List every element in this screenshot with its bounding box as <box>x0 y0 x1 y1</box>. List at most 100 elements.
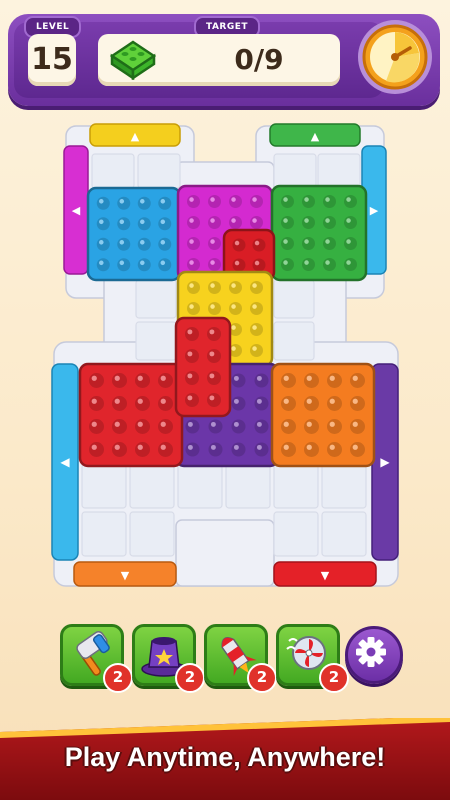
bubble-highlight <box>352 421 358 427</box>
red-block[interactable] <box>174 316 232 418</box>
bubble-highlight <box>346 197 351 202</box>
bubble <box>185 349 199 363</box>
bubble <box>89 419 104 434</box>
green-pusher-top[interactable]: ▲ <box>269 123 361 147</box>
hammer-booster[interactable]: 2 <box>60 624 133 693</box>
bubble <box>323 237 336 250</box>
bubble-highlight <box>306 375 312 381</box>
rocket-booster[interactable]: 2 <box>204 624 277 693</box>
bubble <box>327 373 342 388</box>
orange-block[interactable] <box>270 362 376 468</box>
bubble-highlight <box>252 304 257 309</box>
bubble <box>250 216 263 229</box>
bubble-highlight <box>140 240 145 245</box>
bubble-highlight <box>209 395 215 401</box>
bubble <box>112 396 127 411</box>
bubble <box>344 216 357 229</box>
bubble <box>323 258 336 271</box>
green-block[interactable] <box>270 184 368 282</box>
magenta-pusher-left[interactable]: ◀ <box>63 145 89 275</box>
bubble-highlight <box>210 239 215 244</box>
bubble <box>137 196 151 210</box>
fan-booster[interactable]: 2 <box>276 624 349 693</box>
bubble-highlight <box>254 260 260 266</box>
bubble-highlight <box>210 218 215 223</box>
bubble <box>208 281 221 294</box>
bubble-highlight <box>91 398 97 404</box>
bubble-highlight <box>210 283 215 288</box>
bubble-highlight <box>256 398 262 404</box>
bubble-highlight <box>160 421 166 427</box>
bubble-highlight <box>306 444 312 450</box>
magic-hat-booster[interactable]: 2 <box>132 624 205 693</box>
bubble-highlight <box>233 421 239 427</box>
gear-icon <box>356 637 386 667</box>
bubble <box>254 373 269 388</box>
bubble-highlight <box>119 240 125 245</box>
bubble <box>250 302 263 315</box>
bubble <box>117 217 131 231</box>
bubble <box>232 238 246 252</box>
bubble-highlight <box>140 199 145 204</box>
red-block[interactable] <box>78 362 184 468</box>
bubble <box>231 373 246 388</box>
bubble-highlight <box>119 219 125 225</box>
bubble-highlight <box>189 260 194 265</box>
bubble-highlight <box>252 283 257 288</box>
bubble-highlight <box>283 197 288 202</box>
hammer-count-badge: 2 <box>103 663 133 693</box>
purple-pusher-right[interactable]: ▶ <box>371 363 399 561</box>
bubble <box>231 419 246 434</box>
bubble <box>302 237 315 250</box>
bubble <box>254 396 269 411</box>
bubble-highlight <box>231 283 236 288</box>
blue-pusher-left[interactable]: ◀ <box>51 363 79 561</box>
bubble-highlight <box>187 444 193 450</box>
bubble-highlight <box>231 304 236 309</box>
bubble-highlight <box>209 329 215 335</box>
bubble <box>112 419 127 434</box>
bubble <box>185 442 200 457</box>
bubble <box>344 237 357 250</box>
bubble-highlight <box>99 240 104 245</box>
bubble-highlight <box>187 329 193 335</box>
bubble-highlight <box>114 375 120 381</box>
bubble-highlight <box>234 240 240 246</box>
bubble-highlight <box>210 421 216 427</box>
bubble-highlight <box>256 375 262 381</box>
bubble-highlight <box>329 444 335 450</box>
bubble-highlight <box>306 398 312 404</box>
bubble <box>137 258 151 272</box>
bubble-highlight <box>189 197 194 202</box>
bubble <box>252 238 266 252</box>
yellow-pusher-top[interactable]: ▲ <box>89 123 181 147</box>
bubble <box>229 302 242 315</box>
bubble-highlight <box>187 373 193 379</box>
bubble <box>281 237 294 250</box>
bubble-highlight <box>160 444 166 450</box>
bubble-highlight <box>209 373 215 379</box>
settings-button[interactable] <box>345 626 403 684</box>
bubble-highlight <box>160 398 166 404</box>
blue-block[interactable] <box>86 186 182 282</box>
bubble-highlight <box>346 260 351 265</box>
down-arrow-icon: ▼ <box>121 569 130 582</box>
bubble <box>89 396 104 411</box>
orange-pusher-bottom[interactable]: ▼ <box>73 561 177 587</box>
red-pusher-bottom[interactable]: ▼ <box>273 561 377 587</box>
bubble-highlight <box>234 260 240 266</box>
bubble-highlight <box>189 304 194 309</box>
bubble-highlight <box>189 283 194 288</box>
bubble <box>185 327 199 341</box>
bubble <box>302 216 315 229</box>
bubble-highlight <box>304 197 309 202</box>
bubble-highlight <box>283 398 289 404</box>
bubble-highlight <box>114 421 120 427</box>
bubble-highlight <box>231 197 236 202</box>
bubble <box>208 302 221 315</box>
bubble <box>344 195 357 208</box>
bubble-highlight <box>283 239 288 244</box>
bubble <box>304 396 319 411</box>
bubble <box>158 258 172 272</box>
bubble-highlight <box>160 240 166 245</box>
